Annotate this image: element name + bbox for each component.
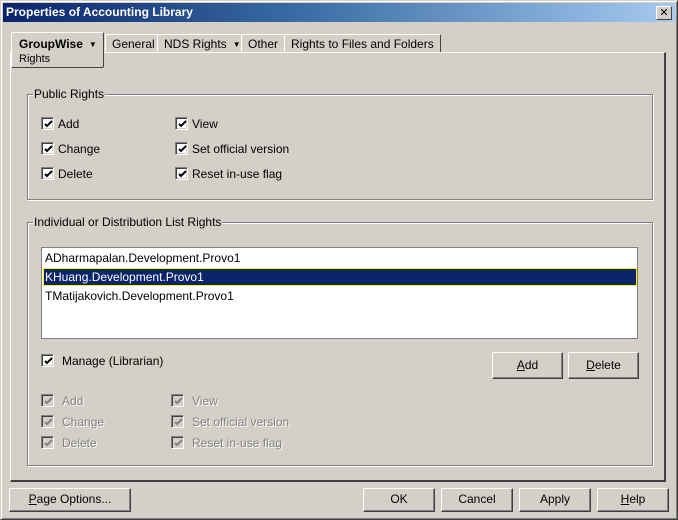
- individual-rights-group: Individual or Distribution List Rights A…: [27, 215, 653, 466]
- manage-librarian-checkbox[interactable]: Manage (Librarian): [41, 354, 163, 370]
- page-options-label: age Options...: [36, 492, 112, 506]
- apply-label: Apply: [539, 492, 571, 506]
- individual-delete-checkbox[interactable]: Delete: [41, 436, 97, 452]
- list-item-selected[interactable]: KHuang.Development.Provo1: [43, 268, 637, 286]
- checkbox-label: Change: [62, 415, 105, 429]
- tab-other[interactable]: Other: [241, 34, 286, 53]
- individual-reset-in-use-flag-checkbox[interactable]: Reset in-use flag: [171, 436, 282, 452]
- checkbox-label: Change: [58, 142, 101, 156]
- checkmark-icon: [175, 142, 188, 155]
- checkbox-label: Set official version: [192, 142, 290, 156]
- page-options-button[interactable]: Page Options...: [9, 488, 131, 512]
- public-add-checkbox[interactable]: Add: [41, 117, 79, 133]
- checkbox-label: Delete: [62, 436, 97, 450]
- checkbox-label: Delete: [58, 167, 93, 181]
- tab-groupwise[interactable]: GroupWise ▼ Rights: [11, 32, 104, 68]
- rights-user-list[interactable]: ADharmapalan.Development.Provo1 KHuang.D…: [41, 247, 638, 339]
- checkbox-label: Reset in-use flag: [192, 436, 283, 450]
- window-title: Properties of Accounting Library: [6, 5, 193, 19]
- delete-label: elete: [594, 358, 621, 372]
- help-label: elp: [629, 492, 646, 506]
- checkbox-label: Add: [62, 394, 84, 408]
- checkbox-label: View: [192, 117, 218, 131]
- tab-panel: Public Rights Add Change Delete View Set…: [10, 52, 666, 482]
- list-item[interactable]: ADharmapalan.Development.Provo1: [43, 249, 637, 267]
- public-rights-title: Public Rights: [33, 87, 106, 101]
- checkmark-icon: [41, 436, 54, 449]
- add-button[interactable]: Add: [492, 352, 563, 379]
- public-reset-in-use-flag-checkbox[interactable]: Reset in-use flag: [175, 167, 282, 183]
- tab-general[interactable]: General: [105, 34, 162, 53]
- individual-set-official-version-checkbox[interactable]: Set official version: [171, 415, 289, 431]
- checkbox-label: Reset in-use flag: [192, 167, 283, 181]
- public-set-official-version-checkbox[interactable]: Set official version: [175, 142, 289, 158]
- close-icon: ✕: [659, 6, 669, 19]
- cancel-button[interactable]: Cancel: [441, 488, 513, 512]
- add-label: dd: [524, 358, 539, 372]
- checkbox-label: View: [192, 394, 218, 408]
- checkbox-label: Set official version: [192, 415, 290, 429]
- checkmark-icon: [41, 394, 54, 407]
- delete-mnemonic: D: [586, 358, 595, 372]
- chevron-down-icon[interactable]: ▼: [89, 40, 97, 49]
- checkmark-icon: [171, 394, 184, 407]
- add-mnemonic: A: [516, 358, 525, 372]
- individual-change-checkbox[interactable]: Change: [41, 415, 104, 431]
- title-bar: Properties of Accounting Library ✕: [3, 3, 675, 22]
- checkmark-icon: [41, 354, 54, 367]
- close-button[interactable]: ✕: [656, 6, 672, 20]
- apply-button[interactable]: Apply: [519, 488, 591, 512]
- checkmark-icon: [175, 167, 188, 180]
- public-rights-group: Public Rights Add Change Delete View Set…: [27, 87, 653, 200]
- checkmark-icon: [171, 436, 184, 449]
- tab-groupwise-rights-subtab[interactable]: Rights: [19, 53, 50, 65]
- checkmark-icon: [175, 117, 188, 130]
- checkmark-icon: [41, 117, 54, 130]
- properties-dialog: Properties of Accounting Library ✕ Group…: [0, 0, 678, 520]
- delete-button[interactable]: Delete: [568, 352, 639, 379]
- ok-label: OK: [390, 492, 408, 506]
- tab-rights-files-label: Rights to Files and Folders: [291, 37, 434, 51]
- individual-rights-title: Individual or Distribution List Rights: [33, 215, 223, 229]
- public-delete-checkbox[interactable]: Delete: [41, 167, 93, 183]
- checkbox-label: Add: [58, 117, 80, 131]
- individual-add-checkbox[interactable]: Add: [41, 394, 83, 410]
- tab-groupwise-label: GroupWise: [19, 37, 83, 51]
- help-button[interactable]: Help: [597, 488, 669, 512]
- checkmark-icon: [41, 167, 54, 180]
- public-view-checkbox[interactable]: View: [175, 117, 218, 133]
- tab-nds-rights[interactable]: NDS Rights ▼: [157, 34, 248, 53]
- checkmark-icon: [171, 415, 184, 428]
- checkmark-icon: [41, 415, 54, 428]
- tab-nds-rights-label: NDS Rights: [164, 37, 227, 51]
- checkmark-icon: [41, 142, 54, 155]
- list-item[interactable]: TMatijakovich.Development.Provo1: [43, 287, 637, 305]
- ok-button[interactable]: OK: [363, 488, 435, 512]
- public-change-checkbox[interactable]: Change: [41, 142, 100, 158]
- cancel-label: Cancel: [458, 492, 496, 506]
- individual-view-checkbox[interactable]: View: [171, 394, 218, 410]
- tab-other-label: Other: [248, 37, 279, 51]
- page-options-mnemonic: P: [28, 492, 37, 506]
- tab-general-label: General: [112, 37, 155, 51]
- checkbox-label: Manage (Librarian): [62, 354, 164, 368]
- tab-rights-to-files-and-folders[interactable]: Rights to Files and Folders: [284, 34, 441, 53]
